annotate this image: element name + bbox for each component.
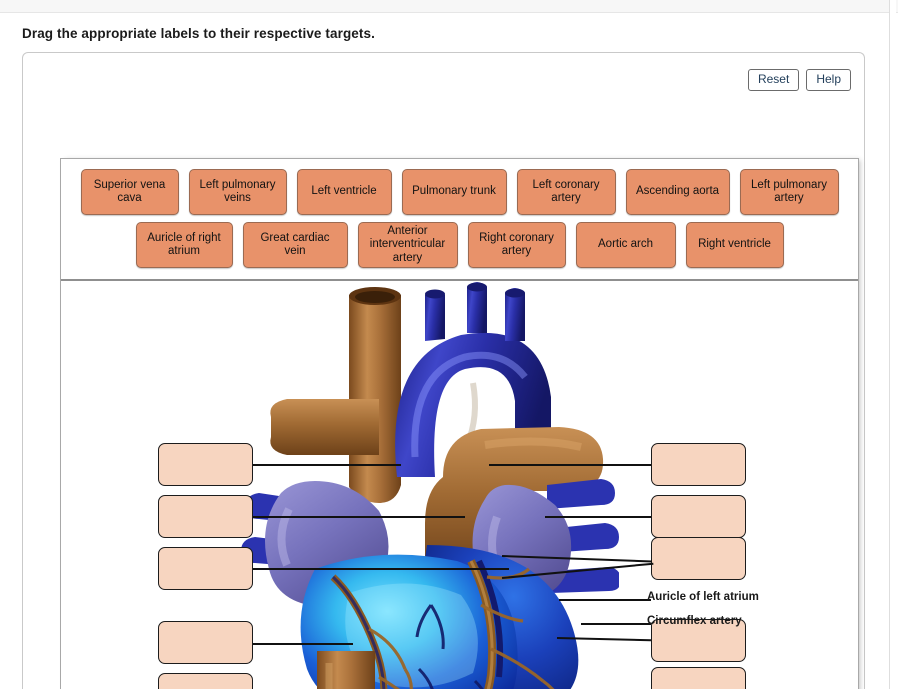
left-target-5[interactable] bbox=[158, 673, 253, 689]
leader-line-left-1 bbox=[253, 464, 401, 466]
browser-top-strip bbox=[0, 0, 898, 13]
leader-line-left-2 bbox=[253, 516, 465, 518]
label-bank: Superior vena cava Left pulmonary veins … bbox=[61, 159, 858, 281]
label-chip-left-coronary-artery[interactable]: Left coronary artery bbox=[516, 169, 616, 215]
label-chip-superior-vena-cava[interactable]: Superior vena cava bbox=[80, 169, 179, 215]
label-bank-row-1: Superior vena cava Left pulmonary veins … bbox=[61, 159, 858, 215]
label-chip-great-cardiac-vein[interactable]: Great cardiac vein bbox=[242, 222, 348, 268]
leader-line-left-4 bbox=[253, 643, 353, 645]
activity-toolbar: Reset Help bbox=[747, 69, 851, 91]
right-target-2[interactable] bbox=[651, 495, 746, 538]
leader-line-circumflex-artery bbox=[581, 623, 651, 625]
app-root: Drag the appropriate labels to their res… bbox=[0, 0, 898, 689]
left-target-3[interactable] bbox=[158, 547, 253, 590]
static-label-circumflex-artery: Circumflex artery bbox=[647, 615, 742, 627]
left-target-1[interactable] bbox=[158, 443, 253, 486]
label-bank-row-2: Auricle of right atrium Great cardiac ve… bbox=[61, 215, 858, 268]
label-chip-auricle-of-right-atrium[interactable]: Auricle of right atrium bbox=[135, 222, 233, 268]
label-chip-left-pulmonary-artery[interactable]: Left pulmonary artery bbox=[739, 169, 839, 215]
page-scrollbar[interactable] bbox=[889, 0, 896, 689]
label-chip-left-ventricle[interactable]: Left ventricle bbox=[296, 169, 392, 215]
diagram-area: Auricle of left atrium Circumflex artery… bbox=[61, 281, 858, 689]
label-chip-ascending-aorta[interactable]: Ascending aorta bbox=[625, 169, 730, 215]
drag-drop-board: Superior vena cava Left pulmonary veins … bbox=[60, 158, 859, 689]
heart-illustration bbox=[241, 282, 619, 689]
left-target-4[interactable] bbox=[158, 621, 253, 664]
label-chip-right-coronary-artery[interactable]: Right coronary artery bbox=[467, 222, 566, 268]
right-target-1[interactable] bbox=[651, 443, 746, 486]
leader-line-auricle-left-atrium bbox=[559, 599, 651, 601]
instruction-text: Drag the appropriate labels to their res… bbox=[22, 26, 375, 41]
reset-button[interactable]: Reset bbox=[747, 69, 800, 91]
label-chip-pulmonary-trunk[interactable]: Pulmonary trunk bbox=[401, 169, 507, 215]
label-chip-anterior-interventricular-artery[interactable]: Anterior interventricular artery bbox=[357, 222, 458, 268]
leader-line-right-1 bbox=[489, 464, 651, 466]
right-target-3[interactable] bbox=[651, 537, 746, 580]
leader-line-left-3 bbox=[253, 568, 509, 570]
activity-panel: Reset Help Superior vena cava Left pulmo… bbox=[22, 52, 865, 689]
label-chip-right-ventricle[interactable]: Right ventricle bbox=[685, 222, 784, 268]
label-chip-aortic-arch[interactable]: Aortic arch bbox=[575, 222, 676, 268]
leader-line-right-2 bbox=[545, 516, 651, 518]
static-label-auricle-of-left-atrium: Auricle of left atrium bbox=[647, 591, 759, 603]
label-chip-left-pulmonary-veins[interactable]: Left pulmonary veins bbox=[188, 169, 287, 215]
help-button[interactable]: Help bbox=[806, 69, 851, 91]
left-target-2[interactable] bbox=[158, 495, 253, 538]
right-target-5[interactable] bbox=[651, 667, 746, 689]
